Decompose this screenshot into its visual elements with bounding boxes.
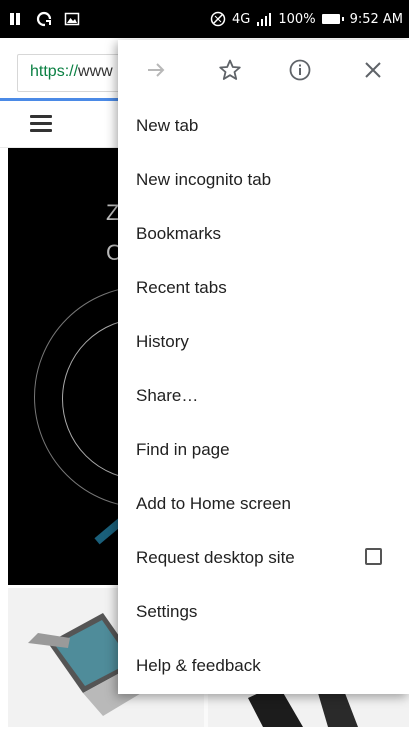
- menu-item-new-incognito-tab[interactable]: New incognito tab: [118, 153, 409, 207]
- notification-book-icon: [8, 11, 24, 27]
- image-notification-icon: [64, 11, 80, 27]
- url-text: https://www: [30, 63, 113, 81]
- menu-item-new-tab[interactable]: New tab: [118, 99, 409, 153]
- menu-item-history[interactable]: History: [118, 315, 409, 369]
- menu-item-label: Bookmarks: [136, 224, 222, 243]
- menu-item-help-and-feedback[interactable]: Help & feedback: [118, 639, 409, 693]
- menu-item-label: New tab: [136, 116, 199, 135]
- menu-item-bookmarks[interactable]: Bookmarks: [118, 207, 409, 261]
- request-desktop-site-checkbox[interactable]: [365, 548, 382, 565]
- clock: 9:52 AM: [349, 11, 403, 27]
- data-saver-icon: [210, 11, 226, 27]
- menu-item-find-in-page[interactable]: Find in page: [118, 423, 409, 477]
- menu-item-recent-tabs[interactable]: Recent tabs: [118, 261, 409, 315]
- menu-item-label: Recent tabs: [136, 278, 227, 297]
- browser-overflow-menu: New tab New incognito tab Bookmarks Rece…: [118, 40, 409, 694]
- forward-arrow-icon[interactable]: [140, 54, 172, 86]
- menu-item-request-desktop-site[interactable]: Request desktop site: [118, 531, 409, 585]
- network-type: 4G: [232, 11, 251, 27]
- menu-item-label: Help & feedback: [136, 656, 261, 675]
- menu-item-label: Settings: [136, 602, 198, 621]
- url-scheme: https://: [30, 63, 79, 80]
- menu-item-add-to-home-screen[interactable]: Add to Home screen: [118, 477, 409, 531]
- close-icon[interactable]: [357, 54, 389, 86]
- menu-item-label: History: [136, 332, 189, 351]
- menu-item-label: Find in page: [136, 440, 230, 459]
- notification-icons: [8, 9, 80, 29]
- hamburger-menu-icon[interactable]: [30, 115, 52, 133]
- info-icon[interactable]: [284, 54, 316, 86]
- bookmark-star-icon[interactable]: [214, 54, 246, 86]
- menu-item-label: Add to Home screen: [136, 494, 291, 513]
- signal-icon: [256, 11, 272, 27]
- menu-item-settings[interactable]: Settings: [118, 585, 409, 639]
- system-icons: 4G 100% 9:52 AM: [210, 9, 403, 29]
- sync-notification-icon: [36, 11, 52, 27]
- menu-item-label: Request desktop site: [136, 548, 295, 567]
- menu-item-share[interactable]: Share…: [118, 369, 409, 423]
- menu-item-label: Share…: [136, 386, 199, 405]
- battery-icon: [321, 14, 344, 24]
- battery-percent: 100%: [278, 11, 316, 27]
- menu-item-label: New incognito tab: [136, 170, 272, 189]
- url-host: www: [78, 63, 113, 80]
- menu-action-row: [118, 40, 409, 100]
- status-bar: 4G 100% 9:52 AM: [0, 0, 409, 38]
